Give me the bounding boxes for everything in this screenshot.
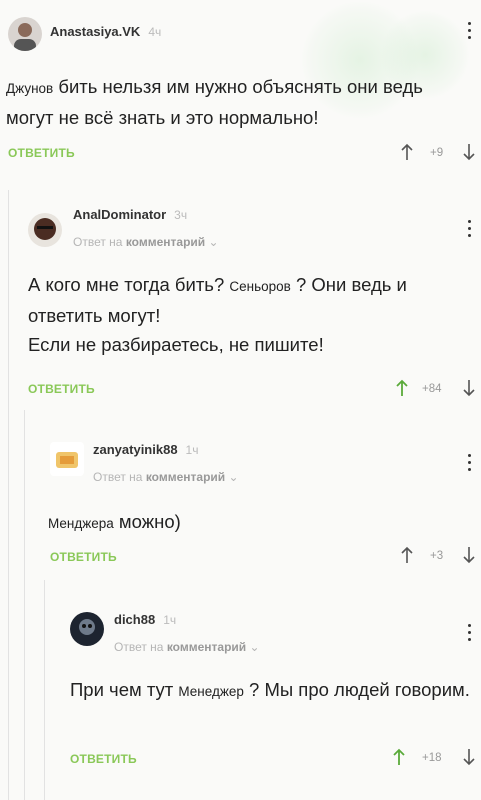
down-arrow-icon[interactable] xyxy=(462,143,476,161)
reply-button[interactable]: ОТВЕТИТЬ xyxy=(8,146,75,160)
comment-text: Менджера можно) xyxy=(48,511,181,532)
rating: +84 xyxy=(422,383,442,395)
down-arrow-icon[interactable] xyxy=(462,748,476,766)
chevron-down-icon: ⌄ xyxy=(228,470,239,484)
down-arrow-icon[interactable] xyxy=(462,546,476,564)
up-arrow-icon[interactable] xyxy=(392,748,406,766)
reply-to-link[interactable]: Ответ на комментарий ⌄ xyxy=(73,235,219,249)
up-arrow-icon[interactable] xyxy=(400,143,414,161)
rating: +9 xyxy=(430,147,444,159)
author-name[interactable]: dich88 1ч xyxy=(114,612,176,627)
comment: zanyatyinik88 1ч Ответ на комментарий ⌄ М… xyxy=(0,420,481,580)
author-name[interactable]: Anastasiya.VK 4ч xyxy=(50,24,161,39)
up-arrow-icon[interactable] xyxy=(400,546,414,564)
rating: +18 xyxy=(422,752,442,764)
comment-text: При чем тут Менеджер ? Мы про людей гово… xyxy=(70,679,470,700)
down-arrow-icon[interactable] xyxy=(462,379,476,397)
reply-button[interactable]: ОТВЕТИТЬ xyxy=(28,382,95,396)
comment: Anastasiya.VK 4ч Джунов бить нельзя им ну… xyxy=(0,0,481,180)
avatar[interactable] xyxy=(28,213,62,247)
timestamp: 4ч xyxy=(148,25,162,39)
timestamp: 1ч xyxy=(185,443,199,457)
comment-text: А кого мне тогда бить? Сеньоров ? Они ве… xyxy=(28,274,407,355)
reply-button[interactable]: ОТВЕТИТЬ xyxy=(70,752,137,766)
chevron-down-icon: ⌄ xyxy=(208,235,219,249)
comment: AnalDominator 3ч Ответ на комментарий ⌄ А… xyxy=(0,190,481,410)
chevron-down-icon: ⌄ xyxy=(249,640,260,654)
author-name[interactable]: AnalDominator 3ч xyxy=(73,207,187,222)
timestamp: 3ч xyxy=(174,208,188,222)
avatar[interactable] xyxy=(70,612,104,646)
more-vertical-icon[interactable] xyxy=(466,220,472,240)
up-arrow-icon[interactable] xyxy=(395,379,409,397)
comment: dich88 1ч Ответ на комментарий ⌄ При чем … xyxy=(0,590,481,800)
timestamp: 1ч xyxy=(163,613,177,627)
rating: +3 xyxy=(430,550,444,562)
reply-button[interactable]: ОТВЕТИТЬ xyxy=(50,550,117,564)
comment-text: Джунов бить нельзя им нужно объяснять он… xyxy=(6,76,423,128)
avatar[interactable] xyxy=(8,17,42,51)
more-vertical-icon[interactable] xyxy=(466,624,472,644)
reply-to-link[interactable]: Ответ на комментарий ⌄ xyxy=(114,640,260,654)
reply-to-link[interactable]: Ответ на комментарий ⌄ xyxy=(93,470,239,484)
author-name[interactable]: zanyatyinik88 1ч xyxy=(93,442,198,457)
more-vertical-icon[interactable] xyxy=(466,454,472,474)
avatar[interactable] xyxy=(50,442,84,476)
more-vertical-icon[interactable] xyxy=(466,22,472,42)
